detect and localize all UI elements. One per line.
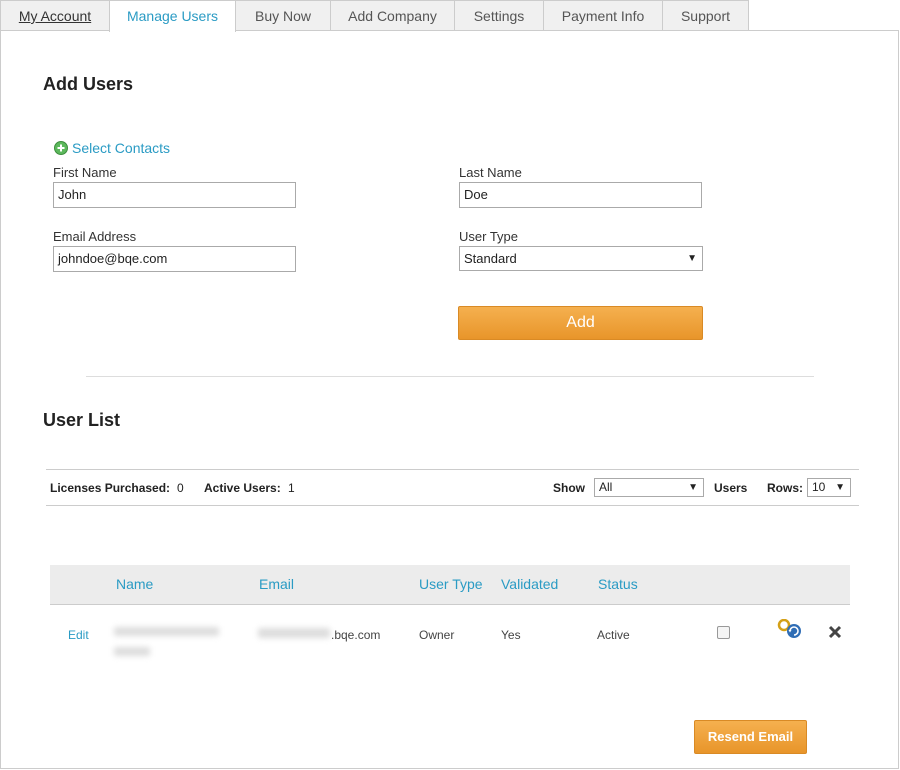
tab-support[interactable]: Support [662,0,749,30]
tab-buy-now[interactable]: Buy Now [235,0,331,30]
first-name-label: First Name [53,165,117,180]
dropdown-arrow-icon: ▼ [688,482,698,493]
dropdown-arrow-icon: ▼ [835,482,845,493]
tab-my-account[interactable]: My Account [0,0,110,30]
active-users-value: 1 [288,481,295,495]
add-button[interactable]: Add [458,306,703,340]
tab-bar: My Account Manage Users Buy Now Add Comp… [0,0,900,32]
rows-value: 10 [812,480,826,494]
tab-payment-info[interactable]: Payment Info [543,0,663,30]
tab-settings[interactable]: Settings [454,0,544,30]
delete-icon[interactable] [828,625,842,639]
row-select-checkbox[interactable] [717,626,730,639]
resend-email-button[interactable]: Resend Email [694,720,807,754]
redacted-name [114,647,150,656]
redacted-email [258,628,330,638]
show-label: Show [553,481,585,495]
edit-link[interactable]: Edit [68,628,89,642]
column-header-validated[interactable]: Validated [501,576,558,592]
select-contacts-label: Select Contacts [72,140,171,156]
email-label: Email Address [53,229,137,244]
column-header-name[interactable]: Name [116,576,153,592]
tab-manage-users[interactable]: Manage Users [109,0,236,32]
active-users-label: Active Users: [204,481,281,495]
validated-cell: Yes [501,628,521,642]
redacted-name [114,627,219,636]
user-type-value: Standard [464,251,517,266]
users-label: Users [714,481,748,495]
column-header-status[interactable]: Status [598,576,638,592]
status-cell: Active [597,628,630,642]
licenses-purchased-label: Licenses Purchased: [50,481,171,495]
add-users-heading: Add Users [43,74,134,94]
first-name-input[interactable]: John [53,182,296,208]
user-table-header: Name Email User Type Validated Status [50,565,850,605]
rows-select[interactable]: 10 ▼ [807,478,851,497]
user-list-heading: User List [43,410,121,430]
add-circle-icon [54,141,68,155]
key-reset-icon[interactable] [777,619,803,641]
column-header-email[interactable]: Email [259,576,294,592]
licenses-purchased-value: 0 [177,481,184,495]
user-list-summary-bar: Licenses Purchased: 0 Active Users: 1 Sh… [46,469,859,506]
email-input[interactable]: johndoe@bqe.com [53,246,296,272]
email-suffix: .bqe.com [331,628,381,642]
column-header-user-type[interactable]: User Type [419,576,483,592]
last-name-input[interactable]: Doe [459,182,702,208]
show-filter-value: All [599,480,613,494]
user-type-cell: Owner [419,628,455,642]
user-type-select[interactable]: Standard ▼ [459,246,703,271]
section-divider [86,376,814,377]
tab-add-company[interactable]: Add Company [330,0,455,30]
dropdown-arrow-icon: ▼ [687,253,697,264]
user-type-label: User Type [459,229,519,244]
rows-label: Rows: [767,481,803,495]
last-name-label: Last Name [459,165,522,180]
show-filter-select[interactable]: All ▼ [594,478,704,497]
